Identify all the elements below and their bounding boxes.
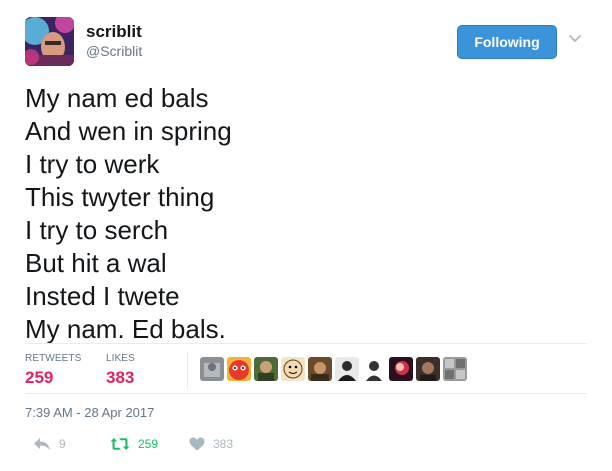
profile-photo-icon (25, 17, 74, 66)
avatar-green-photo-icon[interactable] (254, 357, 278, 381)
tweet-line: But hit a wal (25, 248, 167, 278)
avatar-grey-photo-icon[interactable] (200, 357, 224, 381)
retweet-count: 259 (138, 437, 159, 451)
reply-count: 9 (59, 437, 66, 451)
avatar-dark-suit-icon[interactable] (335, 357, 359, 381)
tweet-line: Insted I twete (25, 281, 180, 311)
tweet-timestamp[interactable]: 7:39 AM - 28 Apr 2017 (25, 405, 154, 420)
profile-avatar[interactable] (25, 17, 74, 66)
tweet-line: My nam ed bals (25, 83, 209, 113)
tweet-text: My nam ed bals And wen in spring I try t… (25, 82, 232, 346)
chevron-down-icon[interactable] (568, 34, 582, 44)
reply-button[interactable]: 9 (33, 437, 66, 451)
tweet-line: And wen in spring (25, 116, 232, 146)
user-handle[interactable]: @Scriblit (86, 43, 142, 59)
reply-icon (34, 438, 50, 450)
likes-label: LIKES (106, 353, 135, 364)
tweet-line: This twyter thing (25, 182, 215, 212)
tweet-line: My nam. Ed bals. (25, 314, 226, 344)
avatar-red-cartoon-icon[interactable] (227, 357, 251, 381)
avatar-brown-photo-icon[interactable] (308, 357, 332, 381)
stats-separator (187, 352, 188, 389)
tweet-line: I try to werk (25, 149, 160, 179)
avatar-cartoon-face-icon[interactable] (281, 357, 305, 381)
like-button[interactable]: 383 (189, 437, 233, 451)
retweets-count: 259 (25, 368, 54, 387)
like-count: 383 (213, 437, 234, 451)
liker-avatars (200, 357, 467, 381)
retweet-button[interactable]: 259 (110, 437, 158, 451)
divider (25, 343, 587, 344)
avatar-red-portrait-icon[interactable] (389, 357, 413, 381)
avatar-dark-portrait-icon[interactable] (416, 357, 440, 381)
divider (25, 393, 587, 394)
following-button[interactable]: Following (457, 25, 557, 59)
tweet-line: I try to serch (25, 215, 169, 245)
avatar-silhouette-icon[interactable] (362, 357, 386, 381)
retweets-label: RETWEETS (25, 353, 82, 364)
heart-icon (189, 437, 205, 451)
likes-stat[interactable]: LIKES 383 (106, 353, 135, 388)
display-name[interactable]: scriblit (86, 22, 142, 42)
likes-count: 383 (106, 368, 135, 387)
avatar-grey-pattern-icon[interactable] (443, 357, 467, 381)
retweets-stat[interactable]: RETWEETS 259 (25, 353, 81, 388)
retweet-icon (110, 438, 130, 450)
